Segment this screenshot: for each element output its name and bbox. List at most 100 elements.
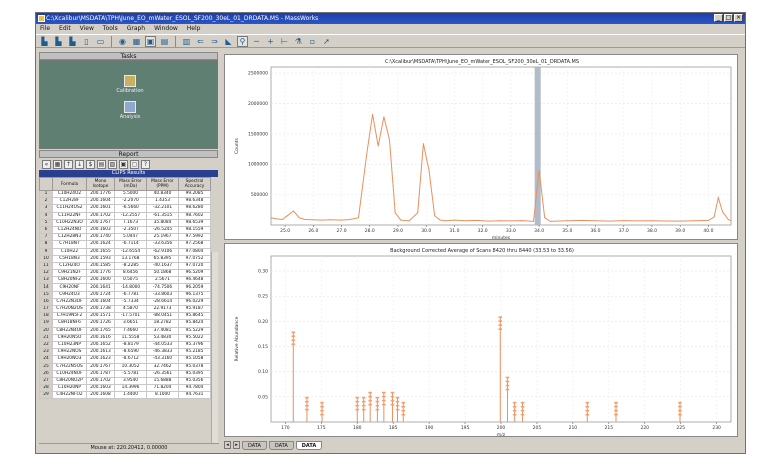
table-row[interactable]: 12 C9H21N2F 200.1776 8.6456 50.1868 96.5209 (39, 269, 211, 278)
table-row[interactable]: 18 C7H19N5F2 200.1571 -17.5701 -88.0451 95.86… (39, 312, 211, 321)
blank-icon[interactable]: ▫ (307, 36, 318, 47)
new-icon[interactable]: ▙ (39, 36, 50, 47)
save-icon[interactable]: ▙ (67, 36, 78, 47)
maximize-button[interactable]: □ (724, 14, 733, 22)
crosshair-icon[interactable]: + (265, 36, 276, 47)
right-arrow-icon[interactable]: ⇒ (209, 36, 220, 47)
tab-next-arrow-icon[interactable]: ▸ (233, 441, 240, 449)
task-calibration[interactable]: Calibration (115, 75, 145, 94)
help-icon[interactable]: ➚ (321, 36, 332, 47)
table-row[interactable]: 24 C9H20NO3 200.1623 -8.6712 -43.3160 95.1058 (39, 355, 211, 364)
sort-down-icon[interactable]: ↓ (75, 159, 84, 169)
table-icon[interactable]: ▦ (131, 36, 142, 47)
table-cell: C7H20N2OS (52, 304, 87, 314)
report-help-icon[interactable]: ? (141, 159, 150, 169)
marker-icon[interactable]: ⊢ (279, 36, 290, 47)
menu-graph[interactable]: Graph (127, 24, 145, 33)
print-icon[interactable]: ▭ (95, 36, 106, 47)
plot-area[interactable] (270, 66, 732, 226)
chromatogram-point (349, 219, 351, 221)
table-row[interactable]: 7 C12H28N3 200.1740 5.0447 25.1967 97.5992 (39, 233, 211, 242)
table-row[interactable]: 28 C10H20NP 200.1603 14.3996 71.8204 94.7804 (39, 384, 211, 393)
chart-icon[interactable]: ◉ (117, 36, 128, 47)
task-analysis[interactable]: Analysis (115, 101, 145, 120)
report-scrollbar[interactable] (211, 252, 218, 452)
chromatogram-chart[interactable]: C:\Xcalibur\MSDATA\TPH\June_EO_mWater_ES… (225, 55, 739, 241)
table-row[interactable]: 16 C7H22N3OF 200.1604 -5.7334 -28.6614 96.022… (39, 297, 211, 307)
print-report-icon[interactable]: ▣ (119, 159, 128, 169)
column-header[interactable]: Mono Isotope (86, 177, 115, 191)
table-row[interactable]: 23 C9H22NOS 200.1613 -8.6590 -46.3833 95.2185 (39, 348, 211, 357)
menu-edit[interactable]: Edit (59, 24, 71, 33)
copy-report-icon[interactable]: ▧ (108, 159, 117, 169)
minimize-button[interactable]: _ (714, 14, 723, 22)
baseline-icon[interactable]: ─ (251, 36, 262, 47)
menu-tools[interactable]: Tools (103, 24, 118, 33)
table-row[interactable]: 3 C11H24OS2 200.1601 -6.5660 -32.2101 98.6280 (39, 204, 211, 213)
options-icon[interactable]: ▢ (130, 159, 139, 169)
table-row[interactable]: 8 C7H18N7 200.1624 -6.7114 -33.6356 97.2568 (39, 240, 211, 249)
chromatogram-point (499, 220, 501, 222)
table-row[interactable]: 19 C8H18NF6 200.1726 3.6651 18.2782 95.8424 (39, 319, 211, 328)
menu-view[interactable]: View (80, 24, 94, 33)
tab-data-1[interactable]: DATA (242, 440, 267, 450)
table-cell: 200.1765 (86, 326, 115, 335)
column-header[interactable]: Spectral Accuracy (178, 177, 211, 191)
table-cell: 65.8395 (146, 254, 179, 263)
table-row[interactable]: 5 C10H22N3O 200.1767 7.1673 35.8084 98.6539 (39, 218, 211, 227)
table-row[interactable]: 14 C9H20NF 200.1641 -14.8000 -74.7506 96.2059 (39, 283, 211, 292)
table-row[interactable]: 2 C12H28F 200.1604 -2.2070 1.4353 98.6348 (39, 197, 211, 206)
column-header[interactable]: Mass Error (mDa) (114, 177, 147, 191)
tab-prev-arrow-icon[interactable]: ◂ (224, 441, 231, 449)
peak-marker (498, 320, 503, 322)
table-row[interactable]: 15 C9H24O3 200.1724 -6.7781 -33.8603 96.1375 (39, 290, 211, 299)
table-row[interactable]: 11 C12H24O 200.1585 -8.2285 -40.1637 97.0720 (39, 261, 211, 271)
spectrum-panel[interactable]: Background Corrected Average of Scans 84… (224, 243, 739, 438)
peak-marker (355, 396, 360, 399)
table-row[interactable]: 1 C10H24O2 200.1776 5.5000 40.8340 99.2085 (39, 189, 211, 199)
calibrate-icon[interactable]: ▥ (181, 36, 192, 47)
copy-icon[interactable]: ▯ (81, 36, 92, 47)
peak-marker (368, 395, 372, 398)
left-arrow-icon[interactable]: ⇐ (195, 36, 206, 47)
table-row[interactable]: 17 C7H20N2OS 200.1738 4.5870 22.9173 95.9187 (39, 304, 211, 314)
sort-up-icon[interactable]: ↑ (64, 159, 73, 169)
column-header[interactable] (39, 177, 53, 191)
settings-icon[interactable]: ▤ (159, 36, 170, 47)
menu-file[interactable]: File (40, 24, 50, 33)
flask-icon[interactable]: ⚗ (293, 36, 304, 47)
table-row[interactable]: 6 C12H24NO 200.1603 -2.3507 -26.5245 98.1559 (39, 225, 211, 235)
table-row[interactable]: 20 C8H22N4OF 200.1765 7.4660 37.4081 95.5229 (39, 326, 211, 335)
table-row[interactable]: 10 C5H18N3 200.1593 13.1768 65.8395 97.0752 (39, 254, 211, 263)
filter-icon[interactable]: $ (86, 159, 95, 169)
table-row[interactable]: 13 C8H20NF2 200.1600 0.5075 2.5671 96.4648 (39, 276, 211, 285)
table-row[interactable]: 21 C9H20N5O 200.1616 11.5558 53.4830 95.5022 (39, 333, 211, 342)
chromatogram-panel[interactable]: C:\Xcalibur\MSDATA\TPH\June_EO_mWater_ES… (224, 54, 739, 241)
column-header[interactable]: Formula (52, 177, 87, 191)
table-row[interactable]: 29 C4H22NFO2 200.1608 1.4400 8.1000 94.7631 (39, 391, 211, 400)
table-row[interactable]: 9 C10H22 200.1655 -12.6554 -62.9106 97.0804 (39, 247, 211, 256)
peak-icon[interactable]: ◣ (223, 36, 234, 47)
column-header[interactable]: Mass Error (PPM) (146, 177, 179, 191)
open-icon[interactable]: ▙ (53, 36, 64, 47)
tab-data-3[interactable]: DATA (295, 440, 323, 450)
table-row[interactable]: 22 C10H23NP 200.1652 -8.8179 -44.0533 95.3796 (39, 340, 211, 350)
close-button[interactable]: × (734, 14, 743, 22)
spectrum-chart[interactable]: Background Corrected Average of Scans 84… (225, 244, 739, 438)
table-cell: 7.1673 (114, 218, 147, 227)
report-icon[interactable]: ▣ (145, 35, 156, 47)
menu-help[interactable]: Help (187, 24, 201, 33)
tab-data-2[interactable]: DATA (268, 440, 294, 450)
export-icon[interactable]: ▤ (97, 159, 106, 169)
table-cell: C12H28F (52, 197, 87, 206)
table-cell: C9H24O3 (52, 290, 87, 299)
row-number: 26 (39, 369, 53, 378)
table-row[interactable]: 4 C11H22NF 200.1702 -12.2557 -61.3515 98.7602 (39, 211, 211, 220)
table-row[interactable]: 26 C10H24NOF 200.1787 -5.5781 -26.3561 95.039… (39, 369, 211, 378)
first-record-icon[interactable]: « (42, 159, 51, 169)
zoom-icon[interactable]: ⚲ (237, 35, 248, 47)
table-row[interactable]: 25 C7H22N5OS 200.1767 10.3052 32.7462 95.0378 (39, 362, 211, 371)
grid-icon[interactable]: ▦ (53, 159, 62, 169)
menu-window[interactable]: Window (154, 24, 178, 33)
table-row[interactable]: 27 C8H20NO2P 200.1702 3.9540 15.6888 95.0356 (39, 376, 211, 386)
